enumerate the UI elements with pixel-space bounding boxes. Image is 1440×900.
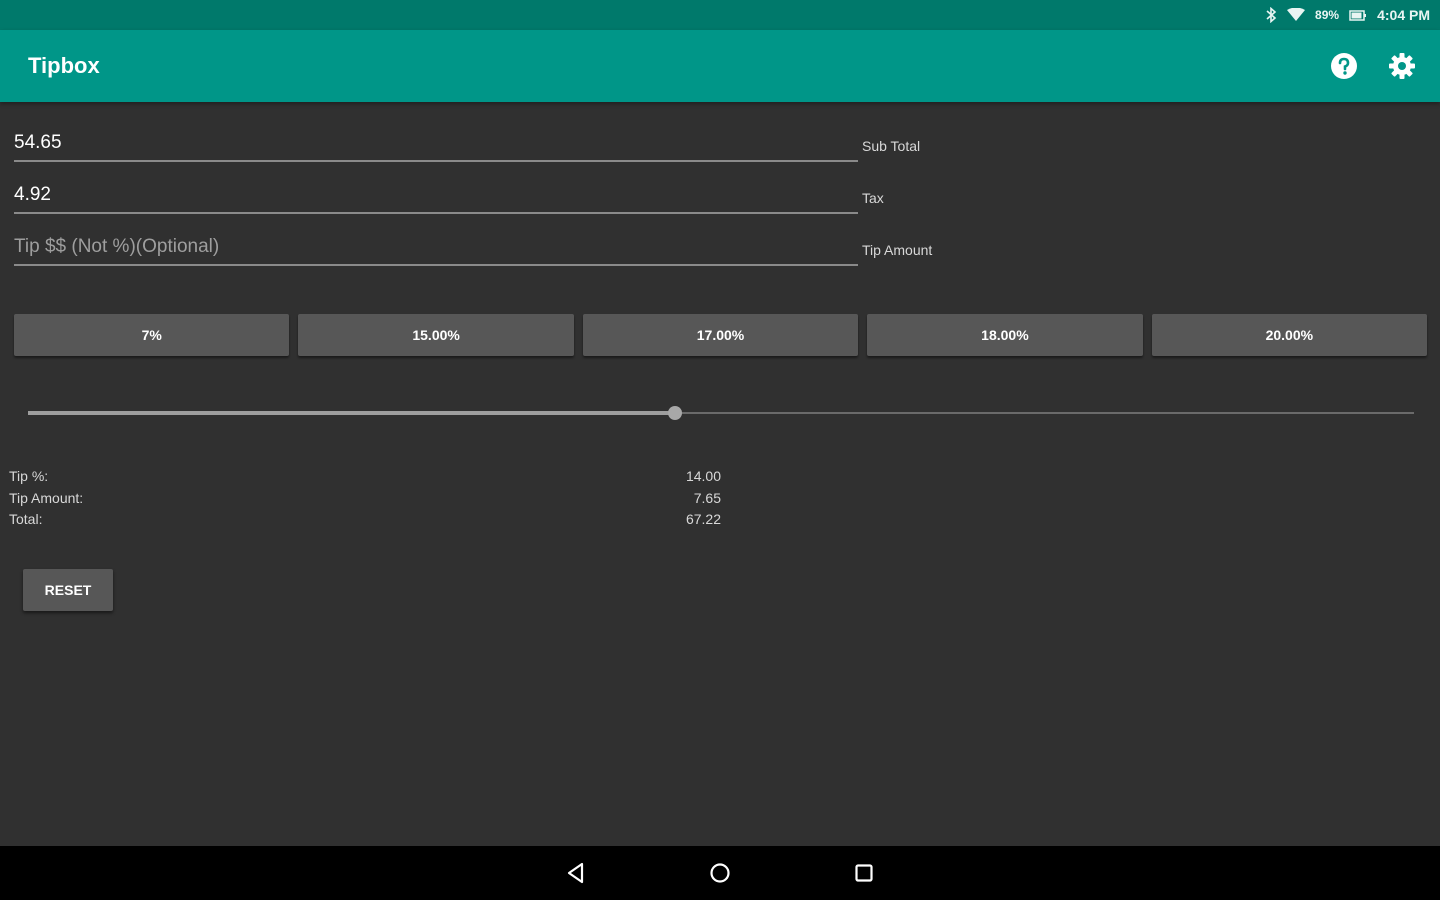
tax-row: Tax	[14, 178, 1014, 218]
preset-button-4[interactable]: 18.00%	[867, 314, 1143, 356]
status-bar: 89% 4:04 PM	[0, 0, 1440, 30]
preset-button-1[interactable]: 7%	[14, 314, 290, 356]
result-row-tip-amount: Tip Amount: 7.65	[9, 488, 721, 510]
help-button[interactable]	[1328, 50, 1360, 82]
slider-thumb[interactable]	[668, 406, 683, 420]
app-screen: 89% 4:04 PM Tipbox 54.65 Sub Total 4.92 …	[0, 0, 1440, 900]
back-button[interactable]	[554, 851, 598, 895]
tax-label: Tax	[862, 190, 884, 206]
navigation-bar	[0, 846, 1440, 900]
tip-amount-label: Tip Amount	[862, 242, 933, 258]
subtotal-input[interactable]	[14, 126, 858, 162]
preset-button-5[interactable]: 20.00%	[1151, 314, 1428, 356]
tip-preset-buttons: 7% 15.00% 17.00% 18.00% 20.00%	[14, 314, 1428, 356]
back-icon	[567, 862, 584, 884]
subtotal-row: Sub Total	[14, 126, 1014, 166]
tip-percent-value: 14.00	[685, 468, 721, 484]
results-panel: Tip %: 14.00 Tip Amount: 7.65 Total: 67.…	[9, 466, 721, 531]
bluetooth-icon	[1265, 7, 1277, 23]
recents-icon	[855, 864, 873, 882]
battery-percent: 89%	[1315, 8, 1340, 22]
reset-button[interactable]: RESET	[23, 569, 113, 611]
settings-icon	[1389, 53, 1415, 79]
result-row-tip-percent: Tip %: 14.00	[9, 466, 721, 488]
help-icon	[1331, 53, 1357, 79]
tip-percent-label: Tip %:	[9, 468, 49, 484]
app-actions	[1328, 50, 1418, 82]
tip-amount-result-label: Tip Amount:	[9, 489, 84, 506]
preset-button-2[interactable]: 15.00%	[298, 314, 574, 356]
preset-button-3[interactable]: 17.00%	[582, 314, 859, 356]
home-icon	[710, 863, 730, 883]
tip-percent-slider[interactable]	[28, 402, 1414, 424]
total-label: Total:	[9, 511, 43, 527]
battery-icon	[1349, 8, 1367, 22]
status-time: 4:04 PM	[1377, 7, 1430, 23]
total-value: 67.22	[685, 511, 721, 527]
tip-amount-input[interactable]	[14, 230, 858, 266]
settings-button[interactable]	[1386, 50, 1418, 82]
app-title: Tipbox	[28, 53, 100, 78]
subtotal-label: Sub Total	[862, 138, 921, 154]
recents-button[interactable]	[842, 851, 886, 895]
app-bar: Tipbox	[0, 30, 1440, 102]
result-row-total: Total: 67.22	[9, 509, 721, 531]
tip-amount-result-value: 7.65	[693, 489, 721, 506]
tip-amount-row: Tip Amount	[14, 230, 1014, 270]
home-button[interactable]	[698, 851, 742, 895]
wifi-icon	[1287, 8, 1306, 22]
tax-input[interactable]	[14, 178, 858, 214]
slider-fill	[28, 411, 676, 415]
